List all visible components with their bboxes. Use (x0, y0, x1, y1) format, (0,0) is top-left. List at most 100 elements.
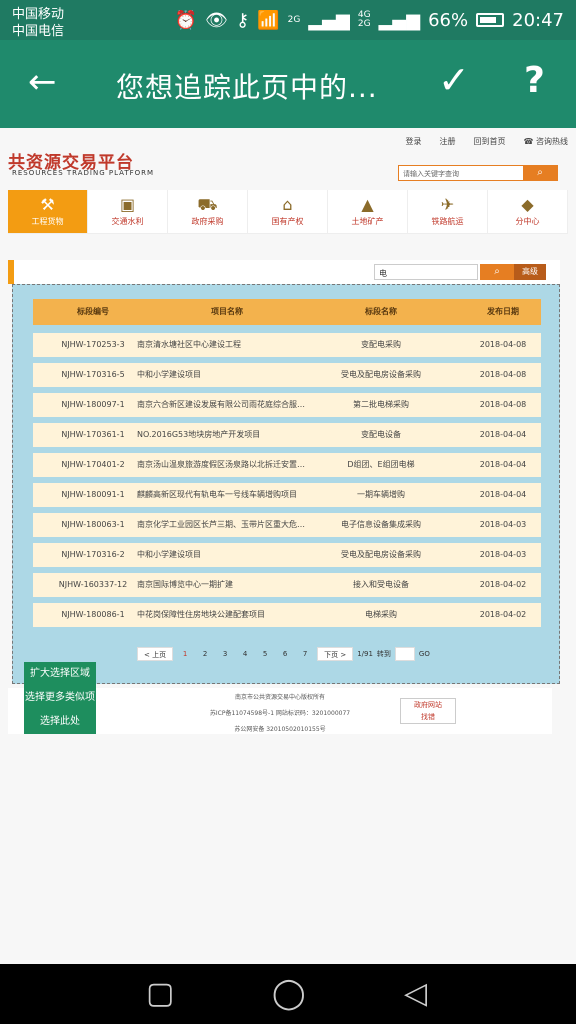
confirm-check-icon[interactable]: ✓ (438, 58, 470, 102)
page-5[interactable]: 5 (257, 647, 273, 661)
filter-bar: 电 ⌕ 高级 (8, 260, 560, 284)
row-code: NJHW-170401-2 (61, 460, 125, 469)
page-3[interactable]: 3 (217, 647, 233, 661)
next-page-button[interactable]: 下页 > (317, 647, 354, 661)
back-triangle-icon[interactable]: ◁ (404, 976, 427, 1011)
row-section: 受电及配电房设备采购 (341, 370, 421, 379)
menu-item-rail[interactable]: ✈ 铁路航运 (408, 190, 488, 233)
menu-item-procurement[interactable]: ⛟ 政府采购 (168, 190, 248, 233)
page-info: 1/91 (357, 650, 373, 658)
menu-label: 工程货物 (31, 217, 64, 226)
row-code: NJHW-160337-12 (58, 580, 128, 589)
main-menu: ⚒ 工程货物 ▣ 交通水利 ⛟ 政府采购 ⌂ 国有产权 ▲ 土地矿产 ✈ 铁路航运 ◆ 分中心 (8, 190, 568, 234)
crane-icon: ⚒ (40, 195, 55, 214)
row-name[interactable]: 中和小学建设项目 (137, 363, 333, 387)
expand-region-button[interactable]: 扩大选择区域 (24, 662, 96, 686)
menu-label: 政府采购 (191, 217, 224, 226)
page-7[interactable]: 7 (297, 647, 313, 661)
row-name[interactable]: 中和小学建设项目 (137, 543, 333, 567)
search-placeholder: 请输入关键字查询 (403, 170, 459, 178)
help-question-icon[interactable]: ? (524, 60, 545, 101)
hotline-label: 咨询热线 (536, 137, 568, 146)
home-circle-icon[interactable]: ◯ (272, 976, 306, 1011)
row-name[interactable]: 南京六合新区建设发展有限公司雨花庭综合服… (137, 393, 333, 417)
menu-label: 土地矿产 (351, 217, 384, 226)
clock: 20:47 (512, 9, 564, 31)
site-search[interactable]: 请输入关键字查询 ⌕ (398, 165, 558, 181)
goto-input[interactable] (394, 647, 415, 661)
app-toolbar: ← 您想追踪此页中的... ✓ ? (0, 40, 576, 128)
header-code: 标段编号 (77, 307, 109, 316)
goto-label: 转到 (376, 650, 391, 658)
row-date: 2018-04-03 (479, 550, 527, 559)
battery-percent: 66% (428, 9, 469, 31)
advanced-button[interactable]: 高级 (514, 264, 546, 280)
row-name[interactable]: 麒麟高新区现代有轨电车一号线车辆增购项目 (137, 483, 333, 507)
cart-icon: ⛟ (197, 195, 218, 214)
link-home[interactable]: 回到首页 (473, 136, 505, 147)
table-row[interactable]: NJHW-170253-3 南京清水塘社区中心建设工程 变配电采购 2018-0… (33, 333, 541, 357)
table-row[interactable]: NJHW-180097-1 南京六合新区建设发展有限公司雨花庭综合服… 第二批电… (33, 393, 541, 417)
row-section: 接入和受电设备 (353, 580, 409, 589)
link-login[interactable]: 登录 (405, 136, 421, 147)
row-code: NJHW-170361-1 (61, 430, 125, 439)
plane-icon: ✈ (440, 195, 455, 214)
key-icon: ⚷ (236, 9, 250, 31)
table-row[interactable]: NJHW-160337-12 南京国际博览中心一期扩建 接入和受电设备 2018… (33, 573, 541, 597)
page-1[interactable]: 1 (177, 647, 193, 661)
row-name[interactable]: 南京化学工业园区长芦三期、玉带片区重大危… (137, 513, 333, 537)
page-6[interactable]: 6 (277, 647, 293, 661)
row-name[interactable]: 中花岗保障性住房地块公建配套项目 (137, 603, 333, 627)
row-name[interactable]: NO.2016G53地块房地产开发项目 (137, 423, 333, 447)
row-name[interactable]: 南京清水塘社区中心建设工程 (137, 333, 333, 357)
page-4[interactable]: 4 (237, 647, 253, 661)
table-row[interactable]: NJHW-180063-1 南京化学工业园区长芦三期、玉带片区重大危… 电子信息… (33, 513, 541, 537)
status-icons: ⏰ 👁 ⚷ 📶 2G ▂▄▆ 4G 2G ▂▄▆ 66% 20:47 (175, 8, 564, 32)
mountain-icon: ▲ (361, 195, 374, 214)
row-section: 受电及配电房设备采购 (341, 550, 421, 559)
row-code: NJHW-180063-1 (61, 520, 125, 529)
back-arrow-icon[interactable]: ← (28, 62, 57, 102)
select-here-button[interactable]: 选择此处 (24, 710, 96, 734)
link-hotline[interactable]: ☎ 咨询热线 (523, 136, 568, 147)
table-row[interactable]: NJHW-180091-1 麒麟高新区现代有轨电车一号线车辆增购项目 一期车辆增… (33, 483, 541, 507)
row-code: NJHW-180091-1 (61, 490, 125, 499)
page-2[interactable]: 2 (197, 647, 213, 661)
android-nav-bar: ▢ ◯ ◁ (0, 964, 576, 1024)
row-date: 2018-04-08 (479, 370, 527, 379)
row-section: 电梯采购 (365, 610, 397, 619)
table-row[interactable]: NJHW-170401-2 南京汤山温泉旅游度假区汤泉路以北拆迁安置… D组团、… (33, 453, 541, 477)
signal-icon: ▂▄▆ (308, 9, 350, 31)
row-name[interactable]: 南京汤山温泉旅游度假区汤泉路以北拆迁安置… (137, 453, 333, 477)
menu-item-state-property[interactable]: ⌂ 国有产权 (248, 190, 328, 233)
go-button[interactable]: GO (419, 650, 430, 658)
table-row[interactable]: NJHW-170316-5 中和小学建设项目 受电及配电房设备采购 2018-0… (33, 363, 541, 387)
menu-item-transport[interactable]: ▣ 交通水利 (88, 190, 168, 233)
row-name[interactable]: 南京国际博览中心一期扩建 (137, 573, 333, 597)
recents-square-icon[interactable]: ▢ (146, 976, 174, 1011)
header-section: 标段名称 (365, 307, 397, 316)
menu-item-land[interactable]: ▲ 土地矿产 (328, 190, 408, 233)
row-section: 电子信息设备集成采购 (341, 520, 421, 529)
prev-page-button[interactable]: < 上页 (137, 647, 174, 661)
table-row[interactable]: NJHW-170361-1 NO.2016G53地块房地产开发项目 变配电设备 … (33, 423, 541, 447)
menu-item-branch[interactable]: ◆ 分中心 (488, 190, 568, 233)
row-code: NJHW-170316-2 (61, 550, 125, 559)
table-row[interactable]: NJHW-180086-1 中花岗保障性住房地块公建配套项目 电梯采购 2018… (33, 603, 541, 627)
menu-label: 国有产权 (271, 217, 304, 226)
link-register[interactable]: 注册 (439, 136, 455, 147)
toolbar-title: 您想追踪此页中的... (116, 71, 378, 104)
screen: 中国移动 中国电信 ⏰ 👁 ⚷ 📶 2G ▂▄▆ 4G 2G ▂▄▆ 66% 2… (0, 0, 576, 1024)
menu-item-engineering[interactable]: ⚒ 工程货物 (8, 190, 88, 233)
filter-input[interactable]: 电 (374, 264, 478, 280)
pagination: < 上页 1 2 3 4 5 6 7 下页 > 1/91 转到 GO (137, 647, 430, 661)
top-links: 登录 注册 回到首页 ☎ 咨询热线 (405, 136, 568, 147)
carrier-2: 中国电信 (12, 24, 65, 39)
select-similar-button[interactable]: 选择更多类似项 (24, 686, 96, 710)
gov-error-badge[interactable]: 政府网站 找错 (400, 698, 456, 724)
selected-region: 标段编号 项目名称 标段名称 发布日期 NJHW-170253-3 南京清水塘社… (12, 284, 560, 684)
table-row[interactable]: NJHW-170316-2 中和小学建设项目 受电及配电房设备采购 2018-0… (33, 543, 541, 567)
filter-search-icon[interactable]: ⌕ (480, 264, 514, 280)
table-header: 标段编号 项目名称 标段名称 发布日期 (33, 299, 541, 325)
search-icon[interactable]: ⌕ (523, 166, 557, 180)
